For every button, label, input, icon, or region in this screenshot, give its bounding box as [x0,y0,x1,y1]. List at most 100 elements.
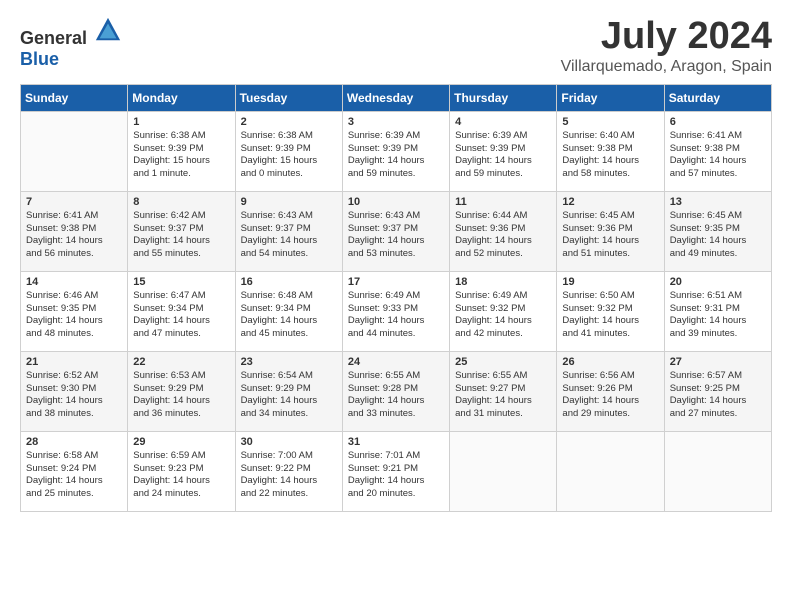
day-content: Sunrise: 6:55 AM Sunset: 9:27 PM Dayligh… [455,370,551,421]
day-number: 14 [26,276,122,288]
col-header-thursday: Thursday [450,84,557,111]
day-number: 13 [670,196,766,208]
day-cell: 2 Sunrise: 6:38 AM Sunset: 9:39 PM Daylig… [235,111,342,191]
month-title: July 2024 [561,16,772,58]
col-header-monday: Monday [128,84,235,111]
day-content: Sunrise: 6:59 AM Sunset: 9:23 PM Dayligh… [133,450,229,501]
header-row: SundayMondayTuesdayWednesdayThursdayFrid… [21,84,772,111]
week-row-1: 1 Sunrise: 6:38 AM Sunset: 9:39 PM Daylig… [21,111,772,191]
day-cell: 29 Sunrise: 6:59 AM Sunset: 9:23 PM Dayli… [128,431,235,511]
day-cell: 4 Sunrise: 6:39 AM Sunset: 9:39 PM Daylig… [450,111,557,191]
day-cell [21,111,128,191]
day-cell: 25 Sunrise: 6:55 AM Sunset: 9:27 PM Dayli… [450,351,557,431]
day-number: 1 [133,116,229,128]
day-content: Sunrise: 6:58 AM Sunset: 9:24 PM Dayligh… [26,450,122,501]
day-number: 23 [241,356,337,368]
day-cell: 3 Sunrise: 6:39 AM Sunset: 9:39 PM Daylig… [342,111,449,191]
day-number: 2 [241,116,337,128]
day-number: 9 [241,196,337,208]
day-content: Sunrise: 6:39 AM Sunset: 9:39 PM Dayligh… [455,130,551,181]
day-number: 5 [562,116,658,128]
day-content: Sunrise: 6:55 AM Sunset: 9:28 PM Dayligh… [348,370,444,421]
day-cell: 1Sunrise: 6:38 AM Sunset: 9:39 PM Daylig… [128,111,235,191]
day-number: 11 [455,196,551,208]
day-cell: 5 Sunrise: 6:40 AM Sunset: 9:38 PM Daylig… [557,111,664,191]
col-header-sunday: Sunday [21,84,128,111]
day-number: 4 [455,116,551,128]
day-cell: 30Sunrise: 7:00 AM Sunset: 9:22 PM Dayli… [235,431,342,511]
day-content: Sunrise: 6:42 AM Sunset: 9:37 PM Dayligh… [133,210,229,261]
day-cell: 9 Sunrise: 6:43 AM Sunset: 9:37 PM Daylig… [235,191,342,271]
page-header: General Blue July 2024 Villarquemado, Ar… [20,16,772,76]
day-content: Sunrise: 6:39 AM Sunset: 9:39 PM Dayligh… [348,130,444,181]
day-number: 20 [670,276,766,288]
logo-blue: Blue [20,49,59,69]
calendar-table: SundayMondayTuesdayWednesdayThursdayFrid… [20,84,772,512]
day-number: 16 [241,276,337,288]
day-content: Sunrise: 6:40 AM Sunset: 9:38 PM Dayligh… [562,130,658,181]
title-area: July 2024 Villarquemado, Aragon, Spain [561,16,772,76]
day-number: 15 [133,276,229,288]
day-cell: 8Sunrise: 6:42 AM Sunset: 9:37 PM Daylig… [128,191,235,271]
day-content: Sunrise: 7:00 AM Sunset: 9:22 PM Dayligh… [241,450,337,501]
day-number: 12 [562,196,658,208]
day-content: Sunrise: 6:44 AM Sunset: 9:36 PM Dayligh… [455,210,551,261]
day-cell: 17 Sunrise: 6:49 AM Sunset: 9:33 PM Dayli… [342,271,449,351]
day-cell: 24Sunrise: 6:55 AM Sunset: 9:28 PM Dayli… [342,351,449,431]
col-header-tuesday: Tuesday [235,84,342,111]
day-cell: 19Sunrise: 6:50 AM Sunset: 9:32 PM Dayli… [557,271,664,351]
day-cell: 23 Sunrise: 6:54 AM Sunset: 9:29 PM Dayli… [235,351,342,431]
day-cell: 27Sunrise: 6:57 AM Sunset: 9:25 PM Dayli… [664,351,771,431]
day-number: 3 [348,116,444,128]
day-cell: 22 Sunrise: 6:53 AM Sunset: 9:29 PM Dayli… [128,351,235,431]
day-number: 25 [455,356,551,368]
day-content: Sunrise: 6:56 AM Sunset: 9:26 PM Dayligh… [562,370,658,421]
day-number: 6 [670,116,766,128]
day-content: Sunrise: 6:41 AM Sunset: 9:38 PM Dayligh… [26,210,122,261]
day-number: 31 [348,436,444,448]
day-content: Sunrise: 7:01 AM Sunset: 9:21 PM Dayligh… [348,450,444,501]
day-cell: 28Sunrise: 6:58 AM Sunset: 9:24 PM Dayli… [21,431,128,511]
day-cell: 26Sunrise: 6:56 AM Sunset: 9:26 PM Dayli… [557,351,664,431]
day-content: Sunrise: 6:51 AM Sunset: 9:31 PM Dayligh… [670,290,766,341]
logo-icon [94,16,122,44]
day-content: Sunrise: 6:43 AM Sunset: 9:37 PM Dayligh… [241,210,337,261]
day-content: Sunrise: 6:54 AM Sunset: 9:29 PM Dayligh… [241,370,337,421]
day-cell: 21 Sunrise: 6:52 AM Sunset: 9:30 PM Dayli… [21,351,128,431]
week-row-3: 14 Sunrise: 6:46 AM Sunset: 9:35 PM Dayli… [21,271,772,351]
day-cell: 10Sunrise: 6:43 AM Sunset: 9:37 PM Dayli… [342,191,449,271]
day-cell: 13 Sunrise: 6:45 AM Sunset: 9:35 PM Dayli… [664,191,771,271]
day-content: Sunrise: 6:43 AM Sunset: 9:37 PM Dayligh… [348,210,444,261]
day-content: Sunrise: 6:49 AM Sunset: 9:33 PM Dayligh… [348,290,444,341]
day-content: Sunrise: 6:41 AM Sunset: 9:38 PM Dayligh… [670,130,766,181]
day-cell: 18Sunrise: 6:49 AM Sunset: 9:32 PM Dayli… [450,271,557,351]
day-number: 17 [348,276,444,288]
day-cell: 12 Sunrise: 6:45 AM Sunset: 9:36 PM Dayli… [557,191,664,271]
day-cell: 20 Sunrise: 6:51 AM Sunset: 9:31 PM Dayli… [664,271,771,351]
day-cell [450,431,557,511]
day-cell: 6 Sunrise: 6:41 AM Sunset: 9:38 PM Daylig… [664,111,771,191]
day-content: Sunrise: 6:45 AM Sunset: 9:35 PM Dayligh… [670,210,766,261]
day-content: Sunrise: 6:52 AM Sunset: 9:30 PM Dayligh… [26,370,122,421]
logo-general: General [20,28,87,48]
day-content: Sunrise: 6:45 AM Sunset: 9:36 PM Dayligh… [562,210,658,261]
col-header-friday: Friday [557,84,664,111]
day-content: Sunrise: 6:49 AM Sunset: 9:32 PM Dayligh… [455,290,551,341]
logo: General Blue [20,16,122,70]
day-cell [664,431,771,511]
location-title: Villarquemado, Aragon, Spain [561,58,772,76]
day-cell: 16Sunrise: 6:48 AM Sunset: 9:34 PM Dayli… [235,271,342,351]
day-content: Sunrise: 6:53 AM Sunset: 9:29 PM Dayligh… [133,370,229,421]
day-number: 29 [133,436,229,448]
day-content: Sunrise: 6:46 AM Sunset: 9:35 PM Dayligh… [26,290,122,341]
week-row-4: 21 Sunrise: 6:52 AM Sunset: 9:30 PM Dayli… [21,351,772,431]
day-number: 22 [133,356,229,368]
day-cell: 31 Sunrise: 7:01 AM Sunset: 9:21 PM Dayli… [342,431,449,511]
day-cell: 14 Sunrise: 6:46 AM Sunset: 9:35 PM Dayli… [21,271,128,351]
day-number: 21 [26,356,122,368]
day-cell [557,431,664,511]
week-row-5: 28Sunrise: 6:58 AM Sunset: 9:24 PM Dayli… [21,431,772,511]
day-content: Sunrise: 6:38 AM Sunset: 9:39 PM Dayligh… [241,130,337,181]
col-header-saturday: Saturday [664,84,771,111]
day-cell: 15Sunrise: 6:47 AM Sunset: 9:34 PM Dayli… [128,271,235,351]
